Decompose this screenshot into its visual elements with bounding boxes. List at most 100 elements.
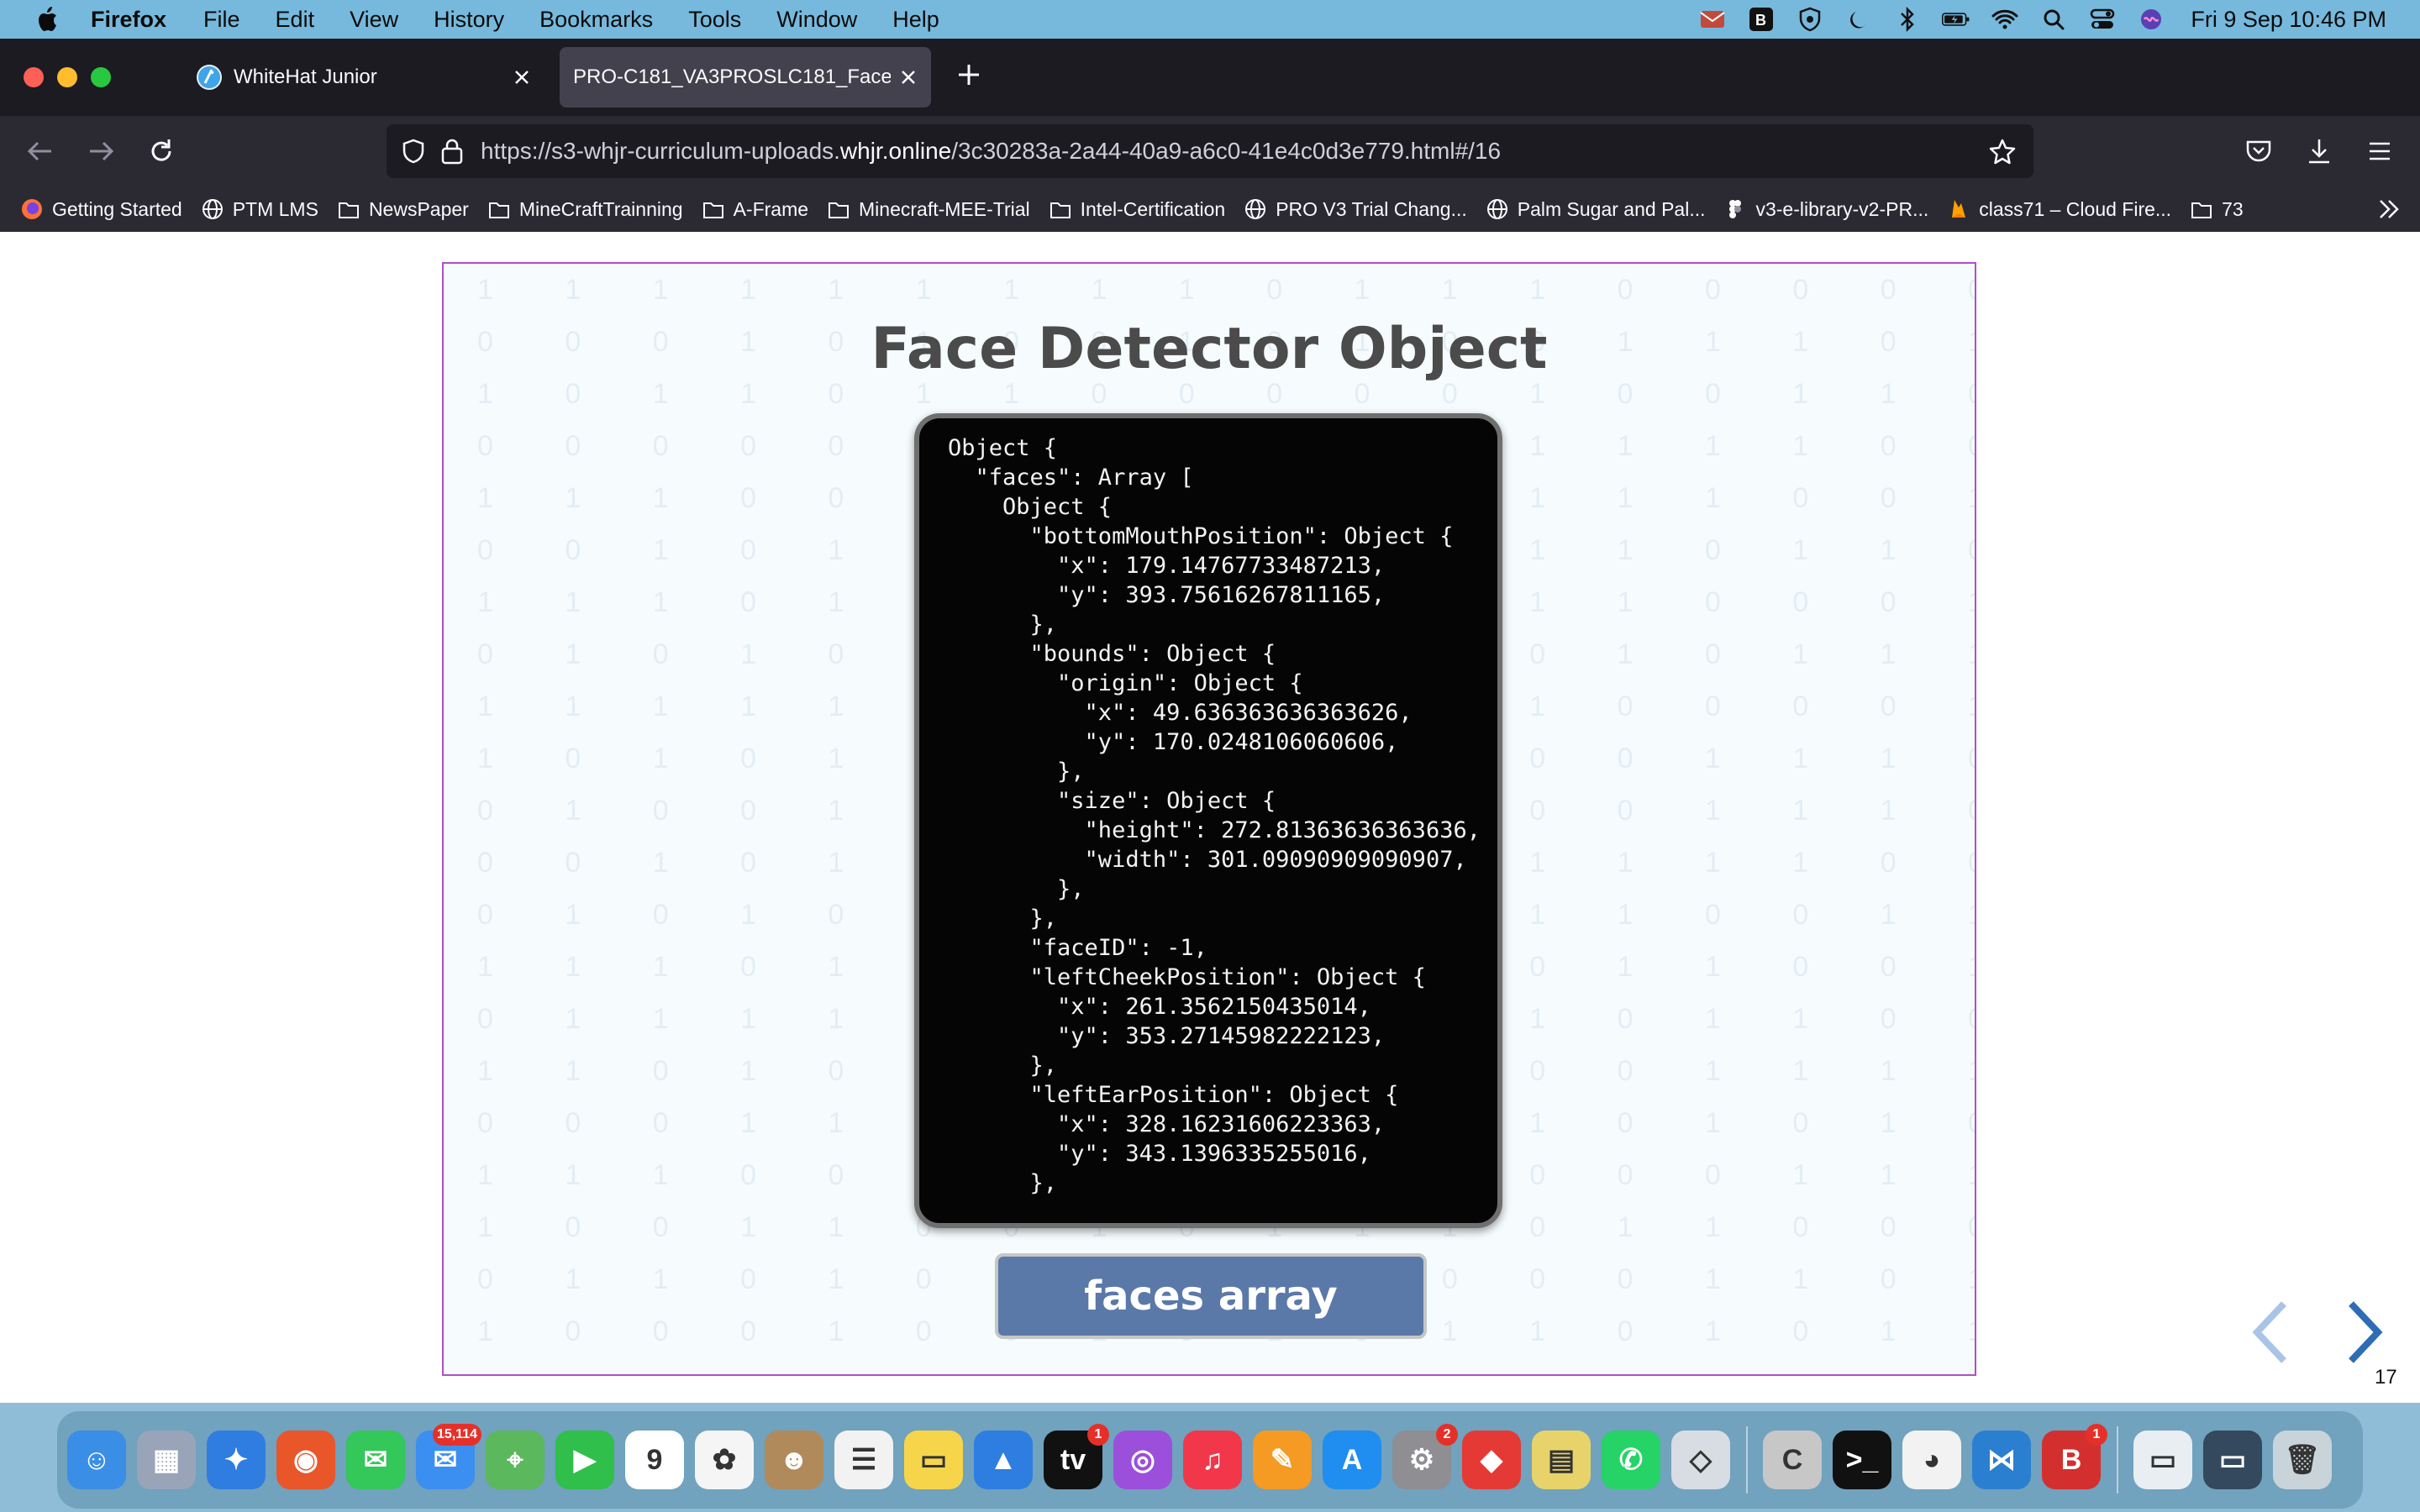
dock-pages-icon[interactable]: ✎ bbox=[1253, 1431, 1312, 1489]
bookmark-v3-e-library[interactable]: v3-e-library-v2-PR... bbox=[1723, 197, 1928, 221]
code-screenshot-panel: Object { "faces": Array [ Object { "bott… bbox=[914, 413, 1502, 1228]
dock-music-icon[interactable]: ♫ bbox=[1183, 1431, 1242, 1489]
firebase-icon bbox=[1952, 200, 1966, 218]
menu-app-name[interactable]: Firefox bbox=[91, 7, 166, 33]
url-bar[interactable]: https://s3-whjr-curriculum-uploads.whjr.… bbox=[387, 124, 2033, 178]
dock-anydesk-icon[interactable]: ◆ bbox=[1462, 1431, 1521, 1489]
dock-safari-icon[interactable]: ✦ bbox=[207, 1431, 266, 1489]
downloads-button[interactable] bbox=[2302, 134, 2336, 168]
pocket-button[interactable] bbox=[2242, 134, 2275, 168]
bookmark-minecrafttrainning[interactable]: MineCraftTrainning bbox=[487, 197, 683, 221]
dock-facetime-icon[interactable]: ▶ bbox=[555, 1431, 614, 1489]
minimize-window-button[interactable] bbox=[57, 67, 77, 87]
faces-array-button[interactable]: faces array bbox=[995, 1253, 1427, 1339]
bookmark-a-frame[interactable]: A-Frame bbox=[702, 197, 808, 221]
dock-messages-icon[interactable]: ✉ bbox=[346, 1431, 405, 1489]
menu-file[interactable]: File bbox=[203, 7, 240, 33]
dock-bbedit-icon[interactable]: B1 bbox=[2042, 1424, 2107, 1489]
launchpad-glyph: ▦ bbox=[152, 1444, 181, 1476]
dock-codeblocks-icon[interactable]: C bbox=[1763, 1431, 1822, 1489]
bookmark-label: A-Frame bbox=[733, 197, 809, 220]
dock-trash-icon[interactable]: 🗑 bbox=[2273, 1431, 2332, 1489]
menu-tools[interactable]: Tools bbox=[688, 7, 741, 33]
dock-recent-document-icon[interactable]: ▭ bbox=[2133, 1431, 2192, 1489]
bookmark-73[interactable]: 73 bbox=[2190, 197, 2244, 221]
dock: ☺ ▦ ✦ ◉ ✉ ✉ 15,114 ⌖ ▶ 9 ✿ ☻ ☰ ▭ ▲ tv 1 ◎ ♫ ✎ A ⚙ 2 ◆ ▤ ✆ ◇ C >_ ◕ ⋈ B 1… bbox=[57, 1411, 2363, 1509]
app-menu-button[interactable] bbox=[2363, 134, 2396, 168]
menu-view[interactable]: View bbox=[350, 7, 398, 33]
dock-vscode-icon[interactable]: ⋈ bbox=[1972, 1431, 2031, 1489]
wifi-icon[interactable] bbox=[1991, 7, 2019, 32]
dock-finder-icon[interactable]: ☺ bbox=[67, 1431, 126, 1489]
bookmark-class71[interactable]: class71 – Cloud Fire... bbox=[1947, 197, 2171, 221]
zoom-window-button[interactable] bbox=[91, 67, 111, 87]
control-center-icon[interactable] bbox=[2088, 7, 2117, 32]
facetime-glyph: ▶ bbox=[573, 1444, 597, 1476]
bookmark-minecraft-mee-trial[interactable]: Minecraft-MEE-Trial bbox=[827, 197, 1030, 221]
url-prefix: https://s3-whjr-curriculum-uploads. bbox=[481, 138, 840, 164]
dock-photos-icon[interactable]: ✿ bbox=[695, 1431, 754, 1489]
vpn-shield-icon[interactable] bbox=[1796, 7, 1824, 32]
dock-app-store-icon[interactable]: A bbox=[1323, 1431, 1381, 1489]
menu-clock[interactable]: Fri 9 Sep 10:46 PM bbox=[2191, 7, 2386, 33]
dock-calendar-icon[interactable]: 9 bbox=[625, 1431, 684, 1489]
tab-whitehat-junior[interactable]: WhiteHat Junior bbox=[183, 47, 544, 108]
dock-keynote-icon[interactable]: ▲ bbox=[974, 1431, 1033, 1489]
dock-whatsapp-icon[interactable]: ✆ bbox=[1602, 1431, 1660, 1489]
battery-icon[interactable] bbox=[1942, 7, 1970, 32]
apple-icon[interactable] bbox=[35, 5, 60, 34]
reload-button[interactable] bbox=[145, 134, 178, 168]
forward-button[interactable] bbox=[84, 134, 118, 168]
bookmark-pro-v3-trial[interactable]: PRO V3 Trial Chang... bbox=[1244, 197, 1467, 221]
dock-maps-icon[interactable]: ⌖ bbox=[486, 1431, 544, 1489]
dock-roblox-icon[interactable]: ◇ bbox=[1671, 1431, 1730, 1489]
dock-system-preferences-icon[interactable]: ⚙ 2 bbox=[1392, 1424, 1458, 1489]
system-preferences-glyph: ⚙ bbox=[1408, 1444, 1435, 1476]
bookmark-newspaper[interactable]: NewsPaper bbox=[337, 197, 469, 221]
lock-icon[interactable] bbox=[440, 138, 464, 165]
dock-terminal-icon[interactable]: >_ bbox=[1833, 1431, 1891, 1489]
next-slide-arrow-icon[interactable] bbox=[2344, 1299, 2386, 1366]
tab-face-detector[interactable]: PRO-C181_VA3PROSLC181_Face De bbox=[560, 47, 931, 108]
siri-icon[interactable] bbox=[2137, 7, 2165, 32]
code-text: Object { "faces": Array [ Object { "bott… bbox=[948, 435, 1481, 1196]
previous-slide-arrow-icon[interactable] bbox=[2249, 1299, 2291, 1366]
bookmark-palm-sugar[interactable]: Palm Sugar and Pal... bbox=[1486, 197, 1705, 221]
bluetooth-icon[interactable] bbox=[1893, 7, 1922, 32]
dock-stickies-icon[interactable]: ▤ bbox=[1532, 1431, 1591, 1489]
new-tab-icon[interactable] bbox=[956, 62, 981, 87]
dock-mail-icon[interactable]: ✉ 15,114 bbox=[416, 1424, 481, 1489]
dock-apple-tv-icon[interactable]: tv 1 bbox=[1044, 1424, 1109, 1489]
dock-firefox-icon[interactable]: ◉ bbox=[276, 1431, 335, 1489]
menu-help[interactable]: Help bbox=[892, 7, 939, 33]
back-button[interactable] bbox=[24, 134, 57, 168]
bbedit-status-icon[interactable]: B bbox=[1747, 7, 1776, 32]
reload-icon bbox=[151, 139, 171, 161]
dock-launchpad-icon[interactable]: ▦ bbox=[137, 1431, 196, 1489]
dock-area: ☺ ▦ ✦ ◉ ✉ ✉ 15,114 ⌖ ▶ 9 ✿ ☻ ☰ ▭ ▲ tv 1 ◎ ♫ ✎ A ⚙ 2 ◆ ▤ ✆ ◇ C >_ ◕ ⋈ B 1… bbox=[0, 1403, 2420, 1512]
dock-contacts-icon[interactable]: ☻ bbox=[765, 1431, 823, 1489]
spotlight-search-icon[interactable] bbox=[2039, 7, 2068, 32]
moon-icon[interactable] bbox=[1844, 7, 1873, 32]
dock-recent-screenshot-icon[interactable]: ▭ bbox=[2203, 1431, 2262, 1489]
dock-reminders-icon[interactable]: ☰ bbox=[834, 1431, 893, 1489]
folder-icon bbox=[2191, 202, 2212, 218]
mail-status-icon[interactable] bbox=[1698, 7, 1727, 32]
menu-window[interactable]: Window bbox=[776, 7, 857, 33]
close-window-button[interactable] bbox=[24, 67, 44, 87]
menu-edit[interactable]: Edit bbox=[276, 7, 315, 33]
bookmark-ptm-lms[interactable]: PTM LMS bbox=[201, 197, 318, 221]
close-tab-icon[interactable] bbox=[899, 68, 918, 87]
bookmark-intel-certification[interactable]: Intel-Certification bbox=[1049, 197, 1225, 221]
close-tab-icon[interactable] bbox=[513, 68, 531, 87]
bookmark-getting-started[interactable]: Getting Started bbox=[20, 197, 182, 221]
chevron-double-right-icon[interactable] bbox=[2376, 197, 2402, 222]
menu-history[interactable]: History bbox=[434, 7, 504, 33]
bookmark-label: MineCraftTrainning bbox=[518, 197, 683, 220]
bookmark-star-icon[interactable] bbox=[1988, 138, 2017, 166]
tracking-protection-shield-icon[interactable] bbox=[400, 138, 427, 165]
dock-notes-icon[interactable]: ▭ bbox=[904, 1431, 963, 1489]
dock-chrome-icon[interactable]: ◕ bbox=[1902, 1431, 1961, 1489]
menu-bookmarks[interactable]: Bookmarks bbox=[539, 7, 653, 33]
dock-podcasts-icon[interactable]: ◎ bbox=[1113, 1431, 1172, 1489]
